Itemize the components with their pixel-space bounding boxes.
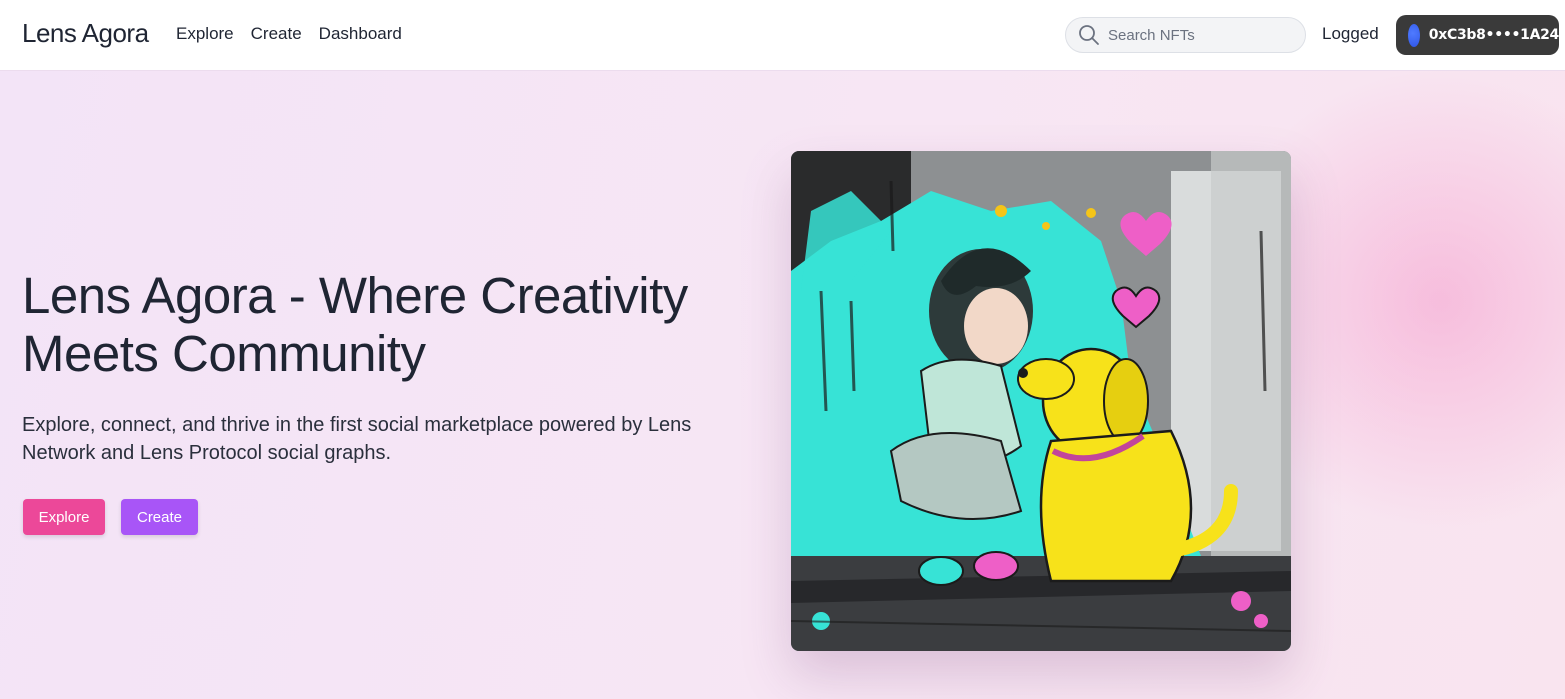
nav-link-dashboard[interactable]: Dashboard: [319, 24, 402, 44]
hero-subtitle: Explore, connect, and thrive in the firs…: [22, 414, 692, 464]
wallet-button[interactable]: 0xC3b8••••1A24: [1396, 15, 1559, 55]
hero-title: Lens Agora - Where Creativity Meets Comm…: [22, 267, 688, 382]
nav-link-create[interactable]: Create: [251, 24, 302, 44]
main-nav: Explore Create Dashboard: [176, 24, 402, 44]
hero-artwork-image: [791, 151, 1291, 651]
girl-and-dog-artwork: [791, 151, 1291, 651]
brand-logo[interactable]: Lens Agora: [22, 18, 149, 49]
nav-link-explore[interactable]: Explore: [176, 24, 234, 44]
explore-button[interactable]: Explore: [23, 499, 105, 535]
top-navbar: Lens Agora Explore Create Dashboard Logg…: [0, 0, 1565, 71]
search-box: [1065, 17, 1306, 53]
wallet-address: 0xC3b8••••1A24: [1428, 27, 1560, 43]
search-input[interactable]: [1108, 26, 1288, 44]
login-status: Logged: [1322, 24, 1379, 43]
create-button[interactable]: Create: [121, 499, 198, 535]
hero-section: Lens Agora - Where Creativity Meets Comm…: [0, 71, 1565, 699]
wallet-avatar: [1408, 23, 1420, 47]
search-icon: [1078, 24, 1100, 46]
